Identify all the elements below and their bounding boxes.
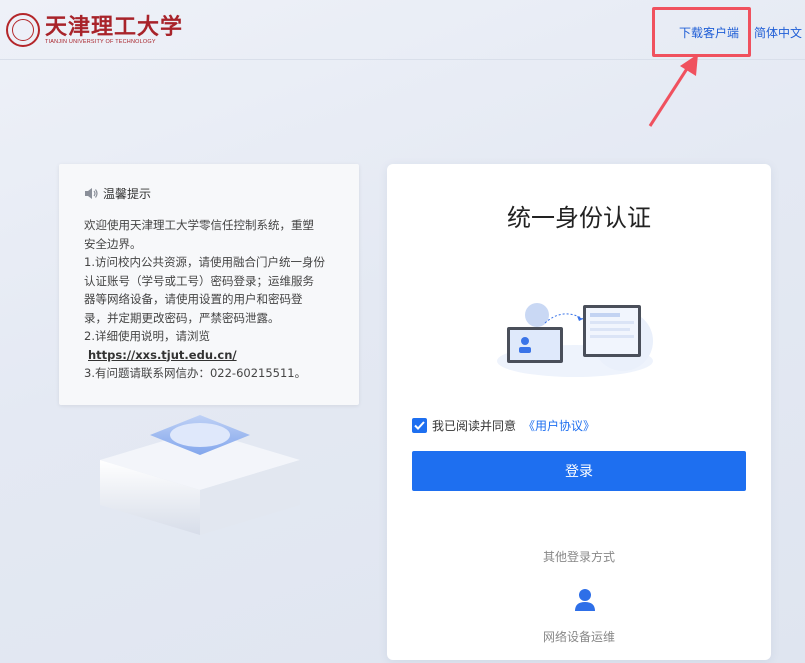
help-doc-link[interactable]: https://xxs.tjut.edu.cn/ — [88, 348, 237, 362]
other-login-methods-label: 其他登录方式 — [542, 550, 615, 564]
university-seal-icon — [6, 13, 40, 47]
download-client-link[interactable]: 下载客户端 — [679, 24, 739, 41]
agree-checkbox[interactable] — [412, 418, 427, 433]
logo-english-name: TIANJIN UNIVERSITY OF TECHNOLOGY — [45, 39, 156, 45]
device-auth-illustration — [497, 303, 653, 377]
notice-line: 器等网络设备，请使用设置的用户和密码登 — [84, 292, 303, 306]
agreement-row: 我已阅读并同意 《用户协议》 — [412, 417, 595, 434]
logo-chinese-name: 天津理工大学 — [45, 14, 184, 40]
login-button[interactable]: 登录 — [412, 451, 746, 491]
notice-line: 安全边界。 — [84, 236, 142, 251]
user-icon[interactable] — [574, 588, 596, 612]
page-title: 统一身份认证 — [507, 204, 651, 232]
notice-line: 1.访问校内公共资源，请使用融合门户统一身份 — [84, 255, 325, 269]
notice-line: 认证账号（学号或工号）密码登录；运维服务 — [84, 273, 314, 288]
agree-label: 我已阅读并同意 — [432, 419, 517, 433]
speaker-icon — [85, 187, 98, 199]
university-logo: 天津理工大学 TIANJIN UNIVERSITY OF TECHNOLOGY — [6, 12, 183, 48]
decorative-pedestal-illustration — [100, 415, 300, 535]
notice-line: 2.详细使用说明，请浏览 — [84, 329, 210, 343]
annotation-arrow-icon — [648, 54, 698, 127]
notice-line: 欢迎使用天津理工大学零信任控制系统，重塑 — [84, 218, 314, 232]
notice-body: 欢迎使用天津理工大学零信任控制系统，重塑 安全边界。 1.访问校内公共资源，请使… — [84, 216, 334, 383]
checkmark-icon — [414, 421, 425, 430]
notice-card: 温馨提示 欢迎使用天津理工大学零信任控制系统，重塑 安全边界。 1.访问校内公共… — [59, 164, 359, 405]
notice-line: 录，并定期更改密码，严禁密码泄露。 — [84, 310, 280, 325]
network-device-ops-label[interactable]: 网络设备运维 — [387, 628, 771, 645]
notice-line: 3.有问题请联系网信办：022-60215511。 — [84, 366, 307, 380]
login-card: 统一身份认证 我已阅读并同意 《用户协议》 登录 其他登录方式 网络设备运维 — [387, 164, 771, 660]
notice-title: 温馨提示 — [103, 186, 152, 201]
user-agreement-link[interactable]: 《用户协议》 — [523, 417, 595, 434]
language-selector[interactable]: 简体中文 — [754, 24, 802, 41]
